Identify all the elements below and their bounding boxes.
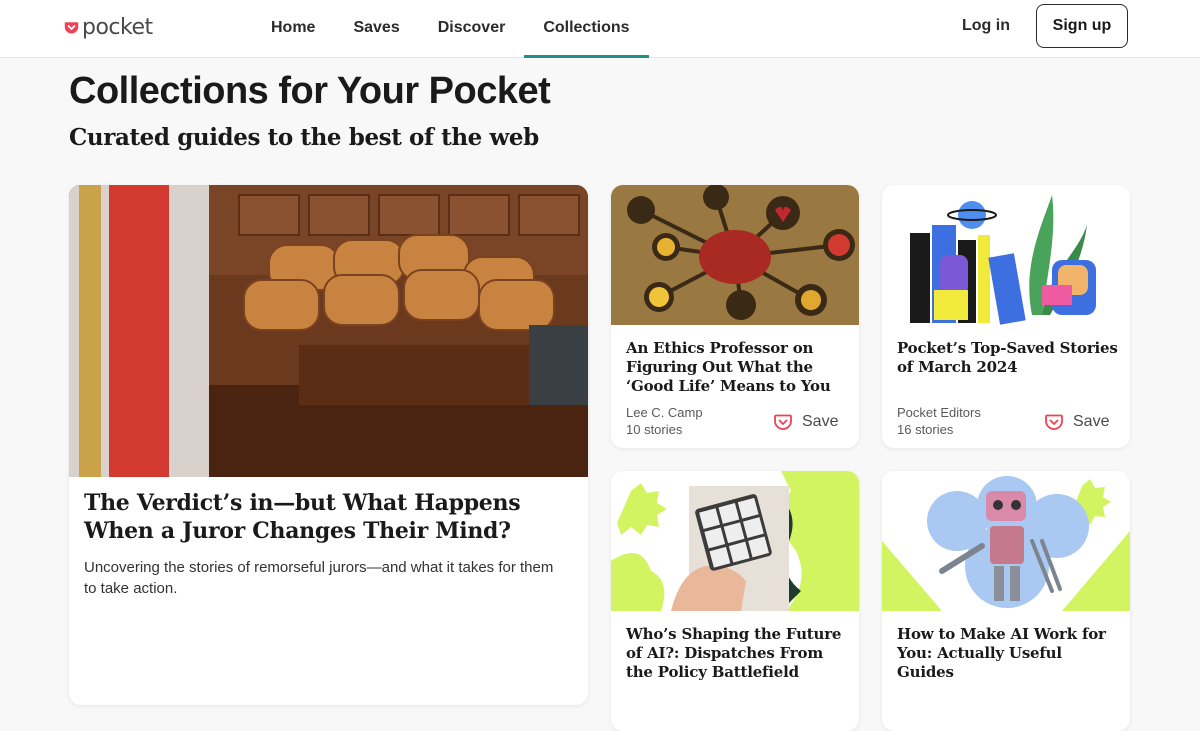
- featured-collection-image: [69, 185, 588, 477]
- login-link[interactable]: Log in: [962, 17, 1010, 35]
- collection-card[interactable]: Who’s Shaping the Future of AI?: Dispatc…: [611, 471, 859, 731]
- pocket-logo-text: pocket: [82, 14, 153, 40]
- collection-image: [611, 185, 859, 325]
- collection-title[interactable]: Who’s Shaping the Future of AI?: Dispatc…: [626, 625, 851, 682]
- save-button[interactable]: Save: [1044, 411, 1109, 433]
- pocket-logo-icon: [64, 20, 79, 35]
- featured-collection-card[interactable]: The Verdict’s in—but What Happens When a…: [69, 185, 588, 705]
- collection-author: Pocket Editors: [897, 405, 981, 420]
- save-button[interactable]: Save: [773, 411, 838, 433]
- collection-image: [882, 185, 1130, 325]
- pocket-logo[interactable]: pocket: [64, 12, 153, 42]
- nav-saves[interactable]: Saves: [334, 0, 418, 57]
- featured-collection-description: Uncovering the stories of remorseful jur…: [84, 559, 554, 597]
- collection-title[interactable]: How to Make AI Work for You: Actually Us…: [897, 625, 1122, 682]
- collection-story-count: 10 stories: [626, 422, 683, 437]
- signup-button[interactable]: Sign up: [1036, 4, 1128, 48]
- nav-collections[interactable]: Collections: [524, 0, 649, 58]
- featured-collection-title[interactable]: The Verdict’s in—but What Happens When a…: [84, 489, 564, 545]
- collection-title[interactable]: An Ethics Professor on Figuring Out What…: [626, 339, 851, 396]
- pocket-save-icon: [1044, 412, 1064, 432]
- main-nav: Home Saves Discover Collections: [252, 0, 649, 58]
- page-subtitle: Curated guides to the best of the web: [69, 124, 539, 151]
- top-navigation-bar: pocket Home Saves Discover Collections L…: [0, 0, 1200, 58]
- save-label: Save: [802, 413, 839, 430]
- save-label: Save: [1073, 413, 1110, 430]
- collection-title[interactable]: Pocket’s Top-Saved Stories of March 2024: [897, 339, 1122, 377]
- collection-story-count: 16 stories: [897, 422, 954, 437]
- page-title: Collections for Your Pocket: [69, 70, 551, 112]
- nav-home[interactable]: Home: [252, 0, 334, 57]
- collection-image: [611, 471, 859, 611]
- collection-card[interactable]: Pocket’s Top-Saved Stories of March 2024…: [882, 185, 1130, 448]
- collection-card[interactable]: How to Make AI Work for You: Actually Us…: [882, 471, 1130, 731]
- collection-author: Lee C. Camp: [626, 405, 703, 420]
- pocket-save-icon: [773, 412, 793, 432]
- collection-image: [882, 471, 1130, 611]
- nav-discover[interactable]: Discover: [419, 0, 525, 57]
- collection-card[interactable]: An Ethics Professor on Figuring Out What…: [611, 185, 859, 448]
